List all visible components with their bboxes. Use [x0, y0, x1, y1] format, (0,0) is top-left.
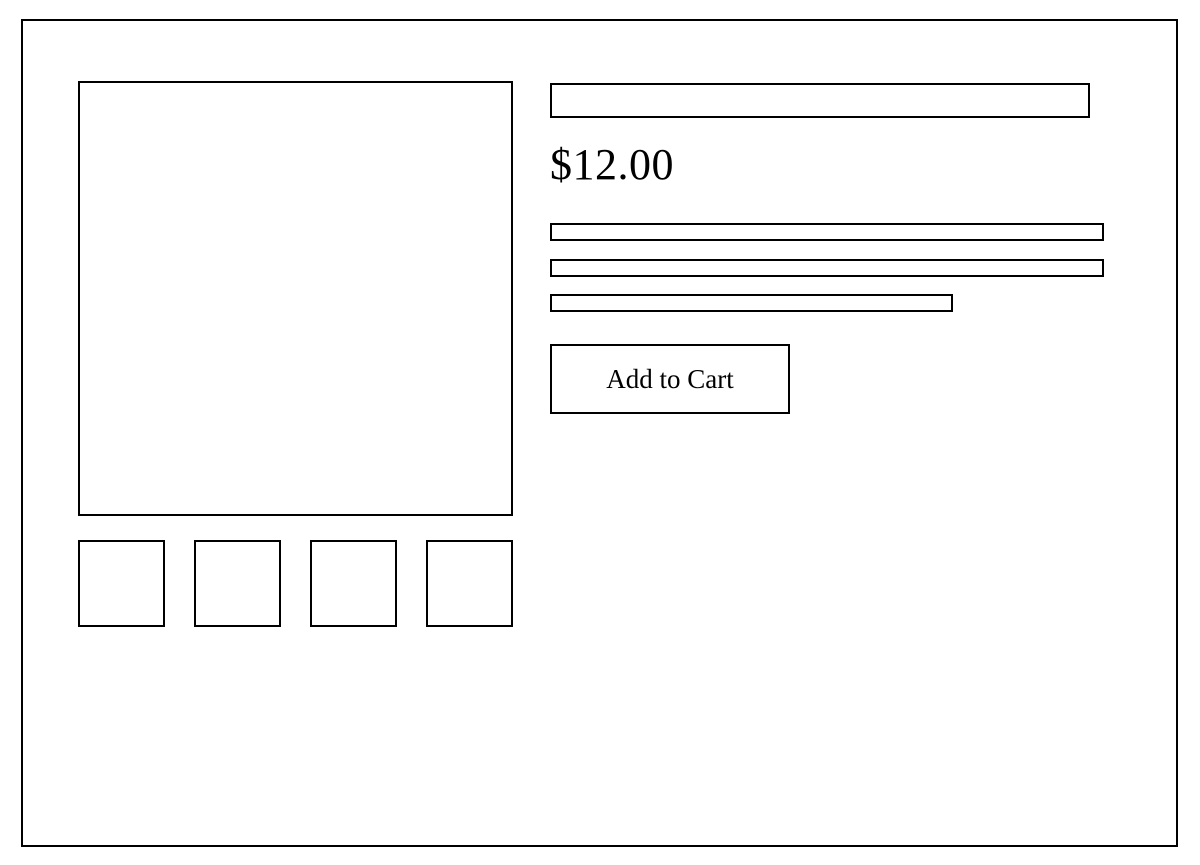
product-main-image[interactable]	[78, 81, 513, 516]
thumbnail-3[interactable]	[310, 540, 397, 627]
description-line-3	[550, 294, 953, 312]
add-to-cart-button[interactable]: Add to Cart	[550, 344, 790, 414]
description-line-1	[550, 223, 1104, 241]
thumbnail-row	[78, 540, 513, 627]
thumbnail-1[interactable]	[78, 540, 165, 627]
thumbnail-4[interactable]	[426, 540, 513, 627]
thumbnail-2[interactable]	[194, 540, 281, 627]
add-to-cart-label: Add to Cart	[606, 364, 734, 395]
page-frame: $12.00 Add to Cart	[21, 19, 1178, 847]
description-line-2	[550, 259, 1104, 277]
product-title-placeholder	[550, 83, 1090, 118]
product-price: $12.00	[550, 139, 674, 190]
